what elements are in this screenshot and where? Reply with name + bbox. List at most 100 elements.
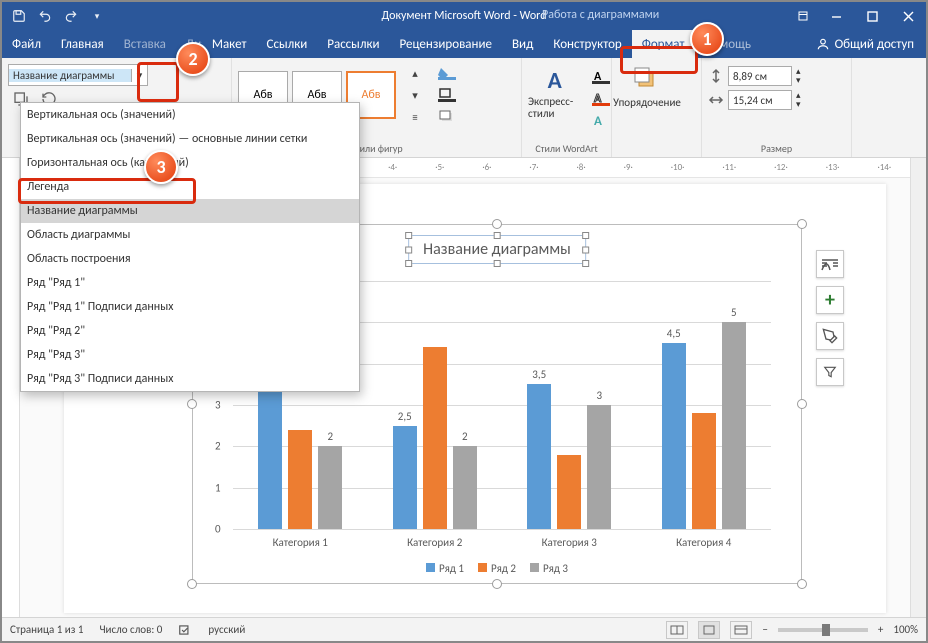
resize-handle-w[interactable] xyxy=(187,399,197,409)
bar[interactable]: 4,5 xyxy=(662,343,686,529)
dropdown-item[interactable]: Ряд "Ряд 1" xyxy=(21,271,359,295)
save-icon[interactable] xyxy=(10,7,28,25)
qat-dropdown-icon[interactable]: ▾ xyxy=(88,7,106,25)
bar[interactable]: 2,5 xyxy=(393,426,417,529)
resize-handle-s[interactable] xyxy=(492,579,502,589)
menu-file[interactable]: Файл xyxy=(2,30,51,58)
shape-fill-icon[interactable] xyxy=(435,63,459,83)
stepper-icon[interactable]: ▴▾ xyxy=(796,67,801,85)
menu-constructor[interactable]: Конструктор xyxy=(543,30,631,58)
bar[interactable] xyxy=(557,455,581,529)
stepper-icon[interactable]: ▴▾ xyxy=(796,91,801,109)
title-handle[interactable] xyxy=(405,246,412,253)
dropdown-item[interactable]: Название диаграммы xyxy=(21,199,359,223)
legend-item[interactable]: Ряд 3 xyxy=(530,562,568,575)
text-fill-icon[interactable]: A xyxy=(589,67,613,87)
zoom-thumb[interactable] xyxy=(822,624,830,636)
zoom-out-button[interactable]: − xyxy=(762,623,767,636)
view-print-layout-button[interactable] xyxy=(698,621,720,639)
dropdown-item[interactable]: Легенда xyxy=(21,175,359,199)
chart-title[interactable]: Название диаграммы xyxy=(408,235,586,264)
share-button[interactable]: Общий доступ xyxy=(804,30,926,58)
menu-layout[interactable]: Макет xyxy=(202,30,257,58)
close-button[interactable] xyxy=(890,2,926,30)
title-handle[interactable] xyxy=(405,260,412,267)
title-handle[interactable] xyxy=(405,232,412,239)
dropdown-item[interactable]: Область построения xyxy=(21,247,359,271)
shape-height-input[interactable]: 8,89 см xyxy=(728,66,792,86)
text-outline-icon[interactable]: A xyxy=(589,89,613,109)
chart-legend[interactable]: Ряд 1 Ряд 2 Ряд 3 xyxy=(426,562,568,575)
arrange-button[interactable]: Упорядочение xyxy=(616,62,678,113)
text-effects-icon[interactable]: A xyxy=(589,111,613,131)
minimize-button[interactable] xyxy=(818,2,854,30)
title-handle[interactable] xyxy=(494,232,501,239)
title-handle[interactable] xyxy=(494,260,501,267)
chart-filters-button[interactable] xyxy=(816,358,844,386)
zoom-level[interactable]: 100% xyxy=(893,623,918,636)
express-styles-button[interactable]: A Экспресс-стили xyxy=(526,62,588,124)
title-handle[interactable] xyxy=(582,232,589,239)
menu-view[interactable]: Вид xyxy=(502,30,543,58)
menu-home[interactable]: Главная xyxy=(51,30,114,58)
view-read-mode-button[interactable] xyxy=(666,621,688,639)
style-gallery-up-icon[interactable]: ▴ xyxy=(403,63,427,83)
dropdown-item[interactable]: Ряд "Ряд 2" xyxy=(21,319,359,343)
vertical-scrollbar[interactable] xyxy=(910,158,926,617)
resize-handle-n[interactable] xyxy=(492,219,502,229)
bar[interactable] xyxy=(692,413,716,529)
undo-icon[interactable] xyxy=(36,7,54,25)
dropdown-item[interactable]: Горизонтальная ось (категорий) xyxy=(21,151,359,175)
menu-format[interactable]: Формат xyxy=(632,30,695,58)
menu-review[interactable]: Рецензирование xyxy=(390,30,502,58)
legend-item[interactable]: Ряд 1 xyxy=(426,562,464,575)
ribbon-options-icon[interactable] xyxy=(788,2,818,30)
menu-mailings[interactable]: Рассылки xyxy=(317,30,389,58)
redo-icon[interactable] xyxy=(62,7,80,25)
view-web-layout-button[interactable] xyxy=(730,621,752,639)
shape-effects-icon[interactable] xyxy=(435,107,459,127)
resize-handle-ne[interactable] xyxy=(797,219,807,229)
zoom-slider[interactable] xyxy=(778,628,868,632)
bar[interactable]: 3,5 xyxy=(527,384,551,529)
maximize-button[interactable] xyxy=(854,2,890,30)
bar[interactable]: 3 xyxy=(587,405,611,529)
arrange-icon xyxy=(633,66,661,94)
dropdown-item[interactable]: Ряд "Ряд 1" Подписи данных xyxy=(21,295,359,319)
style-gallery-more-icon[interactable]: ≡ xyxy=(403,107,427,127)
bar[interactable] xyxy=(423,347,447,529)
status-page[interactable]: Страница 1 из 1 xyxy=(10,623,83,636)
menu-insert[interactable]: Вставка xyxy=(114,30,176,58)
bar[interactable]: 2 xyxy=(318,446,342,529)
layout-options-button[interactable] xyxy=(816,250,844,278)
shape-outline-icon[interactable] xyxy=(435,85,459,105)
resize-handle-e[interactable] xyxy=(797,399,807,409)
resize-handle-sw[interactable] xyxy=(187,579,197,589)
dropdown-item[interactable]: Вертикальная ось (значений) — основные л… xyxy=(21,127,359,151)
chart-elements-button[interactable]: + xyxy=(816,286,844,314)
title-handle[interactable] xyxy=(582,260,589,267)
bar[interactable]: 5 xyxy=(722,322,746,529)
shape-width-input[interactable]: 15,24 см xyxy=(728,90,792,110)
resize-handle-se[interactable] xyxy=(797,579,807,589)
legend-item[interactable]: Ряд 2 xyxy=(478,562,516,575)
dropdown-item[interactable]: Вертикальная ось (значений) xyxy=(21,103,359,127)
dropdown-item[interactable]: Ряд "Ряд 3" Подписи данных xyxy=(21,367,359,391)
style-gallery-down-icon[interactable]: ▾ xyxy=(403,85,427,105)
dropdown-item[interactable]: Ряд "Ряд 3" xyxy=(21,343,359,367)
status-language[interactable]: русский xyxy=(208,623,245,636)
chevron-down-icon[interactable]: ▾ xyxy=(131,69,147,82)
status-word-count[interactable]: Число слов: 0 xyxy=(99,623,162,636)
chart-element-selector[interactable]: Название диаграммы ▾ xyxy=(8,64,148,86)
menu-references[interactable]: Ссылки xyxy=(257,30,318,58)
annotation-callout-1: 1 xyxy=(690,22,724,56)
dropdown-item[interactable]: Область диаграммы xyxy=(21,223,359,247)
chart-element-dropdown[interactable]: Вертикальная ось (значений)Вертикальная … xyxy=(20,102,360,392)
chart-styles-button[interactable] xyxy=(816,322,844,350)
title-handle[interactable] xyxy=(582,246,589,253)
spellcheck-icon[interactable] xyxy=(178,623,192,637)
bar[interactable]: 2 xyxy=(453,446,477,529)
wordart-a-icon: A xyxy=(543,66,571,94)
zoom-in-button[interactable]: + xyxy=(878,623,883,636)
bar[interactable] xyxy=(288,430,312,529)
